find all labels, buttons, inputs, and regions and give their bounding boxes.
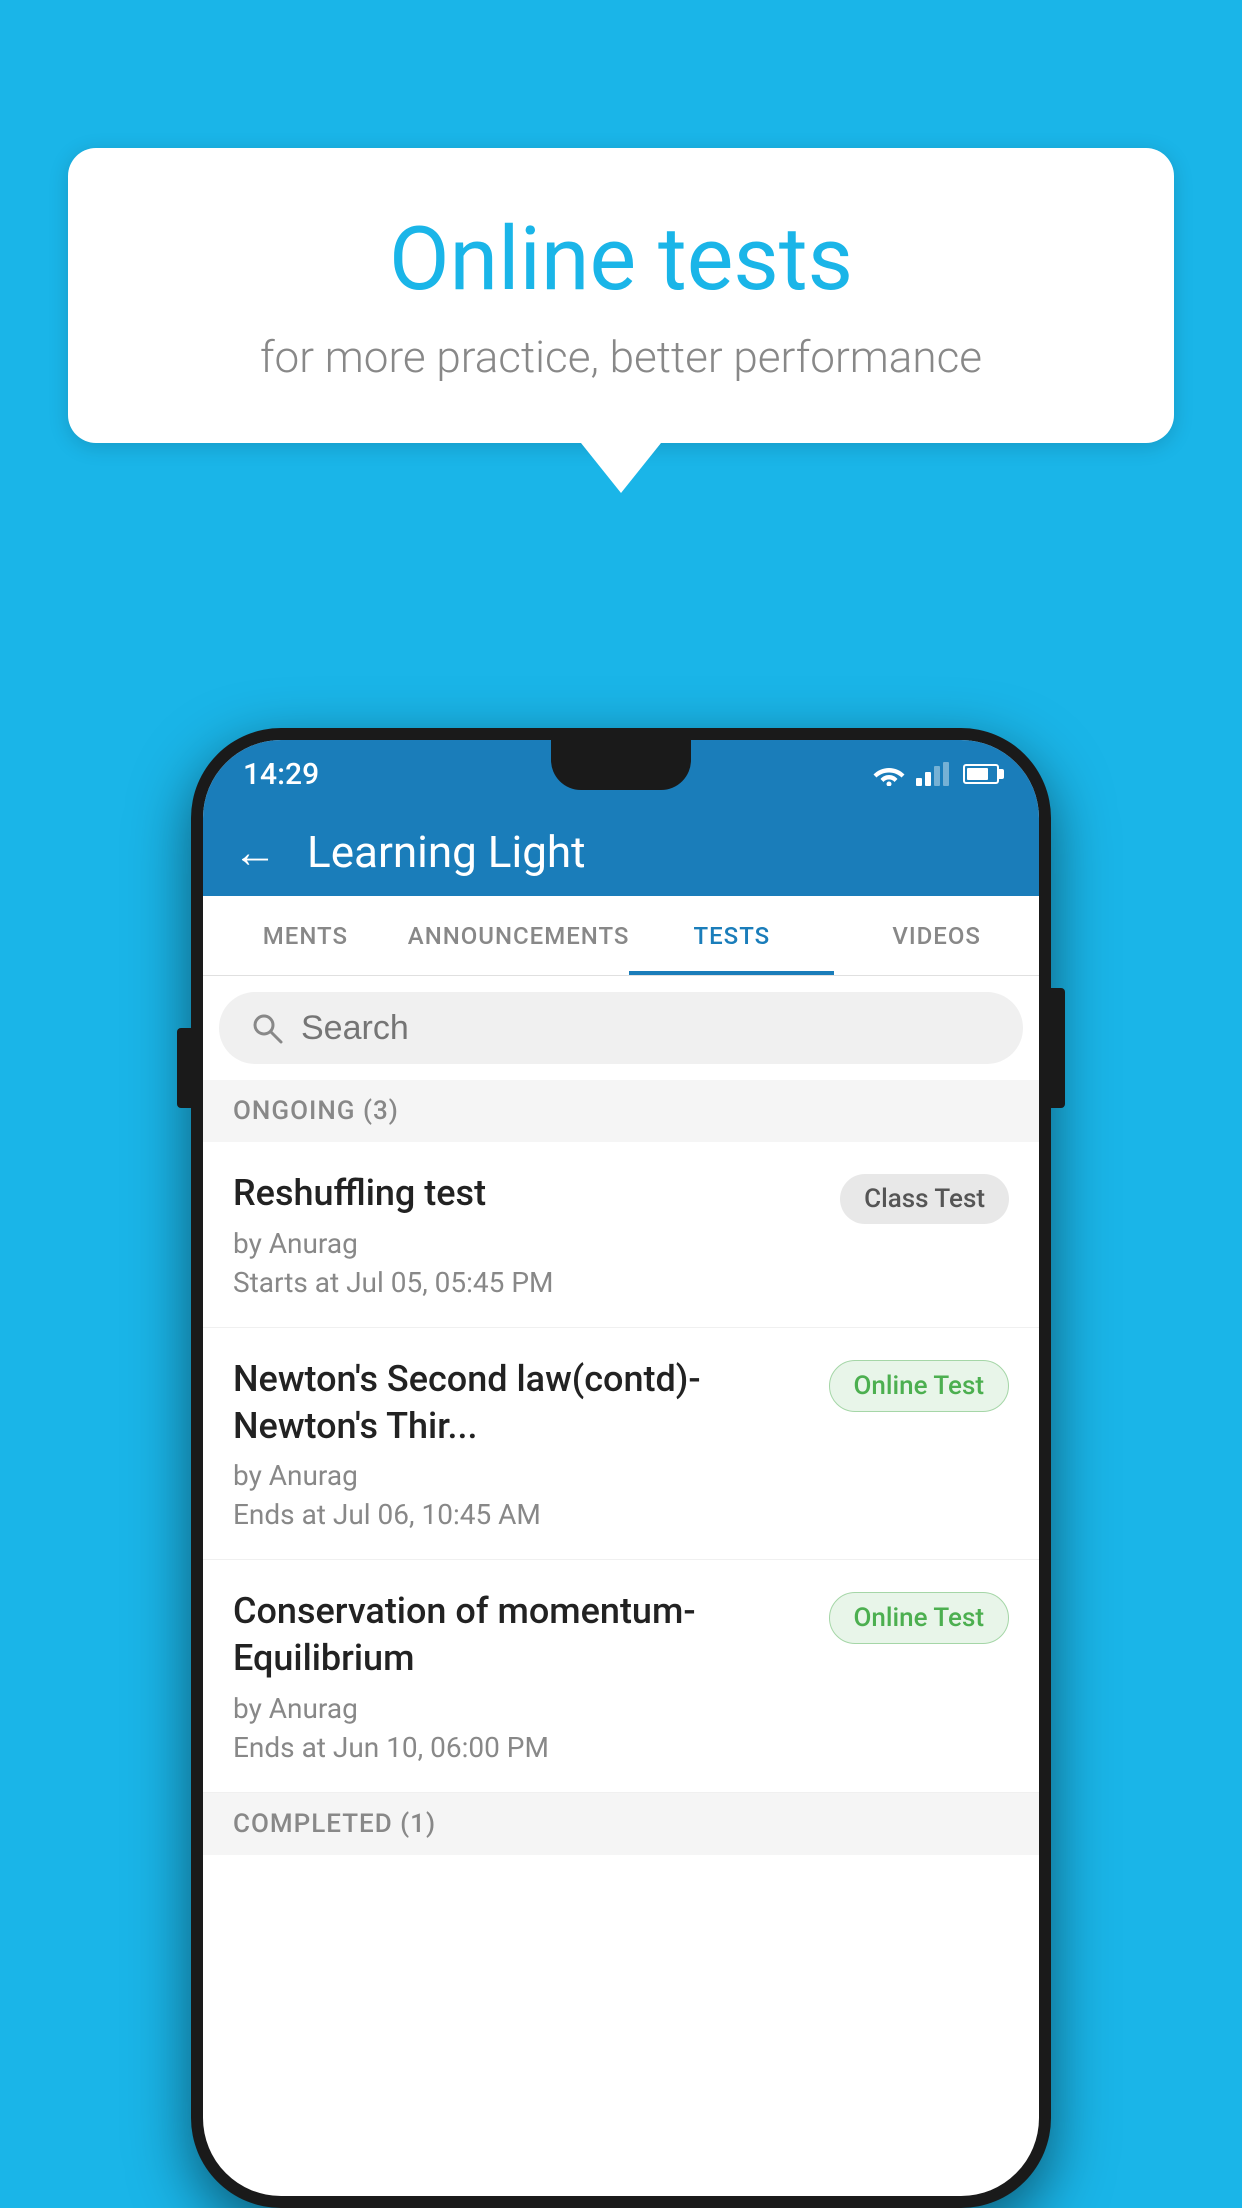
tab-announcements[interactable]: ANNOUNCEMENTS: [408, 896, 630, 975]
back-button[interactable]: ←: [233, 826, 277, 878]
signal-icon: [916, 762, 949, 786]
status-time: 14:29: [243, 757, 319, 792]
test-by-1: by Anurag: [233, 1227, 820, 1260]
promo-title: Online tests: [148, 208, 1094, 311]
test-title-2: Newton's Second law(contd)-Newton's Thir…: [233, 1356, 809, 1450]
test-by-2: by Anurag: [233, 1459, 809, 1492]
test-date-1: Starts at Jul 05, 05:45 PM: [233, 1266, 820, 1299]
test-info-1: Reshuffling test by Anurag Starts at Jul…: [233, 1170, 820, 1299]
app-title: Learning Light: [307, 826, 586, 878]
tab-tests[interactable]: TESTS: [629, 896, 834, 975]
speech-bubble-tail: [581, 443, 661, 493]
search-bar[interactable]: [219, 992, 1023, 1064]
ongoing-section-header: ONGOING (3): [203, 1080, 1039, 1142]
test-date-3: Ends at Jun 10, 06:00 PM: [233, 1731, 809, 1764]
phone-frame: 14:29: [191, 728, 1051, 2208]
test-by-3: by Anurag: [233, 1692, 809, 1725]
search-input[interactable]: [301, 1009, 993, 1048]
speech-bubble: Online tests for more practice, better p…: [68, 148, 1174, 443]
battery-icon: [963, 764, 999, 784]
test-badge-1: Class Test: [840, 1174, 1009, 1224]
status-bar: 14:29: [203, 740, 1039, 808]
promo-subtitle: for more practice, better performance: [148, 331, 1094, 383]
notch: [551, 740, 691, 790]
test-item-3[interactable]: Conservation of momentum-Equilibrium by …: [203, 1560, 1039, 1793]
tab-bar: MENTS ANNOUNCEMENTS TESTS VIDEOS: [203, 896, 1039, 976]
test-item-1[interactable]: Reshuffling test by Anurag Starts at Jul…: [203, 1142, 1039, 1328]
phone-wrapper: 14:29: [191, 728, 1051, 2208]
test-info-2: Newton's Second law(contd)-Newton's Thir…: [233, 1356, 809, 1532]
test-badge-3: Online Test: [829, 1592, 1010, 1644]
phone-screen: 14:29: [203, 740, 1039, 2196]
test-info-3: Conservation of momentum-Equilibrium by …: [233, 1588, 809, 1764]
test-title-1: Reshuffling test: [233, 1170, 820, 1217]
test-title-3: Conservation of momentum-Equilibrium: [233, 1588, 809, 1682]
app-header: ← Learning Light: [203, 808, 1039, 896]
search-icon: [249, 1010, 285, 1046]
status-icons: [872, 762, 999, 786]
test-item-2[interactable]: Newton's Second law(contd)-Newton's Thir…: [203, 1328, 1039, 1561]
test-badge-2: Online Test: [829, 1360, 1010, 1412]
wifi-icon: [872, 762, 906, 786]
completed-section-header: COMPLETED (1): [203, 1793, 1039, 1855]
promo-banner: Online tests for more practice, better p…: [68, 148, 1174, 493]
test-date-2: Ends at Jul 06, 10:45 AM: [233, 1498, 809, 1531]
tab-videos[interactable]: VIDEOS: [834, 896, 1039, 975]
tab-ments[interactable]: MENTS: [203, 896, 408, 975]
